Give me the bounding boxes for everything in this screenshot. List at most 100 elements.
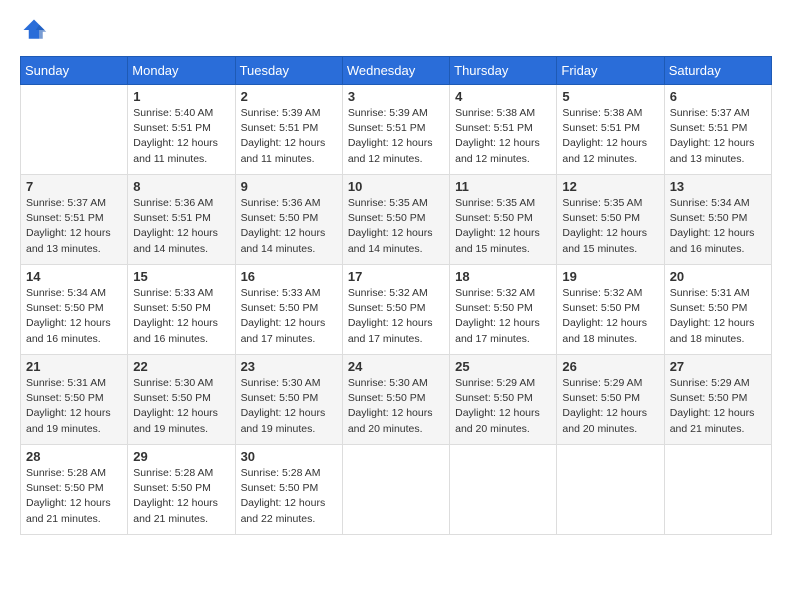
day-number: 12	[562, 179, 658, 194]
day-number: 8	[133, 179, 229, 194]
calendar-cell: 3 Sunrise: 5:39 AMSunset: 5:51 PMDaylight…	[342, 85, 449, 175]
logo	[20, 16, 52, 44]
calendar-cell: 21 Sunrise: 5:31 AMSunset: 5:50 PMDayligh…	[21, 355, 128, 445]
day-number: 20	[670, 269, 766, 284]
day-detail: Sunrise: 5:29 AMSunset: 5:50 PMDaylight:…	[455, 376, 551, 437]
day-number: 25	[455, 359, 551, 374]
calendar: SundayMondayTuesdayWednesdayThursdayFrid…	[20, 56, 772, 535]
day-detail: Sunrise: 5:36 AMSunset: 5:51 PMDaylight:…	[133, 196, 229, 257]
day-detail: Sunrise: 5:31 AMSunset: 5:50 PMDaylight:…	[670, 286, 766, 347]
day-detail: Sunrise: 5:33 AMSunset: 5:50 PMDaylight:…	[133, 286, 229, 347]
day-detail: Sunrise: 5:35 AMSunset: 5:50 PMDaylight:…	[455, 196, 551, 257]
calendar-cell: 19Sunrise: 5:32 AMSunset: 5:50 PMDayligh…	[557, 265, 664, 355]
day-number: 27	[670, 359, 766, 374]
day-detail: Sunrise: 5:32 AMSunset: 5:50 PMDaylight:…	[562, 286, 658, 347]
day-number: 13	[670, 179, 766, 194]
day-number: 4	[455, 89, 551, 104]
day-detail: Sunrise: 5:33 AMSunset: 5:50 PMDaylight:…	[241, 286, 337, 347]
day-number: 28	[26, 449, 122, 464]
day-number: 21	[26, 359, 122, 374]
day-number: 18	[455, 269, 551, 284]
day-number: 10	[348, 179, 444, 194]
calendar-cell: 9 Sunrise: 5:36 AMSunset: 5:50 PMDaylight…	[235, 175, 342, 265]
day-detail: Sunrise: 5:37 AMSunset: 5:51 PMDaylight:…	[26, 196, 122, 257]
day-number: 29	[133, 449, 229, 464]
header	[20, 16, 772, 44]
day-number: 9	[241, 179, 337, 194]
day-detail: Sunrise: 5:28 AMSunset: 5:50 PMDaylight:…	[241, 466, 337, 527]
calendar-cell: 8 Sunrise: 5:36 AMSunset: 5:51 PMDaylight…	[128, 175, 235, 265]
day-detail: Sunrise: 5:34 AMSunset: 5:50 PMDaylight:…	[670, 196, 766, 257]
column-header-tuesday: Tuesday	[235, 57, 342, 85]
calendar-cell: 17 Sunrise: 5:32 AMSunset: 5:50 PMDayligh…	[342, 265, 449, 355]
logo-icon	[20, 16, 48, 44]
calendar-cell: 11Sunrise: 5:35 AMSunset: 5:50 PMDayligh…	[450, 175, 557, 265]
calendar-cell: 5Sunrise: 5:38 AMSunset: 5:51 PMDaylight…	[557, 85, 664, 175]
day-detail: Sunrise: 5:32 AMSunset: 5:50 PMDaylight:…	[348, 286, 444, 347]
calendar-cell: 16Sunrise: 5:33 AMSunset: 5:50 PMDayligh…	[235, 265, 342, 355]
calendar-cell: 25 Sunrise: 5:29 AMSunset: 5:50 PMDayligh…	[450, 355, 557, 445]
week-row-2: 7 Sunrise: 5:37 AMSunset: 5:51 PMDaylight…	[21, 175, 772, 265]
calendar-cell: 13 Sunrise: 5:34 AMSunset: 5:50 PMDayligh…	[664, 175, 771, 265]
day-number: 14	[26, 269, 122, 284]
calendar-cell: 18Sunrise: 5:32 AMSunset: 5:50 PMDayligh…	[450, 265, 557, 355]
calendar-cell: 23 Sunrise: 5:30 AMSunset: 5:50 PMDayligh…	[235, 355, 342, 445]
calendar-cell: 1 Sunrise: 5:40 AMSunset: 5:51 PMDaylight…	[128, 85, 235, 175]
day-detail: Sunrise: 5:28 AMSunset: 5:50 PMDaylight:…	[26, 466, 122, 527]
day-detail: Sunrise: 5:39 AMSunset: 5:51 PMDaylight:…	[348, 106, 444, 167]
day-detail: Sunrise: 5:34 AMSunset: 5:50 PMDaylight:…	[26, 286, 122, 347]
day-number: 5	[562, 89, 658, 104]
column-header-thursday: Thursday	[450, 57, 557, 85]
calendar-cell: 6 Sunrise: 5:37 AMSunset: 5:51 PMDaylight…	[664, 85, 771, 175]
calendar-cell: 14 Sunrise: 5:34 AMSunset: 5:50 PMDayligh…	[21, 265, 128, 355]
calendar-cell: 15 Sunrise: 5:33 AMSunset: 5:50 PMDayligh…	[128, 265, 235, 355]
calendar-cell	[21, 85, 128, 175]
day-number: 30	[241, 449, 337, 464]
day-detail: Sunrise: 5:35 AMSunset: 5:50 PMDaylight:…	[348, 196, 444, 257]
week-row-3: 14 Sunrise: 5:34 AMSunset: 5:50 PMDayligh…	[21, 265, 772, 355]
column-header-friday: Friday	[557, 57, 664, 85]
calendar-cell	[557, 445, 664, 535]
column-header-monday: Monday	[128, 57, 235, 85]
calendar-cell	[664, 445, 771, 535]
day-detail: Sunrise: 5:39 AMSunset: 5:51 PMDaylight:…	[241, 106, 337, 167]
day-detail: Sunrise: 5:40 AMSunset: 5:51 PMDaylight:…	[133, 106, 229, 167]
day-number: 24	[348, 359, 444, 374]
day-number: 7	[26, 179, 122, 194]
calendar-cell: 26Sunrise: 5:29 AMSunset: 5:50 PMDayligh…	[557, 355, 664, 445]
day-detail: Sunrise: 5:30 AMSunset: 5:50 PMDaylight:…	[241, 376, 337, 437]
day-number: 17	[348, 269, 444, 284]
day-number: 6	[670, 89, 766, 104]
day-detail: Sunrise: 5:37 AMSunset: 5:51 PMDaylight:…	[670, 106, 766, 167]
day-number: 1	[133, 89, 229, 104]
week-row-4: 21 Sunrise: 5:31 AMSunset: 5:50 PMDayligh…	[21, 355, 772, 445]
calendar-cell: 20 Sunrise: 5:31 AMSunset: 5:50 PMDayligh…	[664, 265, 771, 355]
day-number: 3	[348, 89, 444, 104]
day-number: 22	[133, 359, 229, 374]
calendar-cell: 2Sunrise: 5:39 AMSunset: 5:51 PMDaylight…	[235, 85, 342, 175]
calendar-cell: 12 Sunrise: 5:35 AMSunset: 5:50 PMDayligh…	[557, 175, 664, 265]
day-detail: Sunrise: 5:38 AMSunset: 5:51 PMDaylight:…	[455, 106, 551, 167]
week-row-1: 1 Sunrise: 5:40 AMSunset: 5:51 PMDaylight…	[21, 85, 772, 175]
column-header-saturday: Saturday	[664, 57, 771, 85]
day-detail: Sunrise: 5:36 AMSunset: 5:50 PMDaylight:…	[241, 196, 337, 257]
calendar-header-row: SundayMondayTuesdayWednesdayThursdayFrid…	[21, 57, 772, 85]
day-number: 23	[241, 359, 337, 374]
day-detail: Sunrise: 5:29 AMSunset: 5:50 PMDaylight:…	[562, 376, 658, 437]
calendar-cell: 24 Sunrise: 5:30 AMSunset: 5:50 PMDayligh…	[342, 355, 449, 445]
day-number: 15	[133, 269, 229, 284]
calendar-cell	[342, 445, 449, 535]
calendar-cell: 27 Sunrise: 5:29 AMSunset: 5:50 PMDayligh…	[664, 355, 771, 445]
day-detail: Sunrise: 5:35 AMSunset: 5:50 PMDaylight:…	[562, 196, 658, 257]
calendar-cell: 28 Sunrise: 5:28 AMSunset: 5:50 PMDayligh…	[21, 445, 128, 535]
week-row-5: 28 Sunrise: 5:28 AMSunset: 5:50 PMDayligh…	[21, 445, 772, 535]
day-detail: Sunrise: 5:30 AMSunset: 5:50 PMDaylight:…	[348, 376, 444, 437]
day-detail: Sunrise: 5:31 AMSunset: 5:50 PMDaylight:…	[26, 376, 122, 437]
column-header-wednesday: Wednesday	[342, 57, 449, 85]
day-detail: Sunrise: 5:29 AMSunset: 5:50 PMDaylight:…	[670, 376, 766, 437]
day-detail: Sunrise: 5:28 AMSunset: 5:50 PMDaylight:…	[133, 466, 229, 527]
calendar-cell: 22 Sunrise: 5:30 AMSunset: 5:50 PMDayligh…	[128, 355, 235, 445]
calendar-cell: 30 Sunrise: 5:28 AMSunset: 5:50 PMDayligh…	[235, 445, 342, 535]
day-detail: Sunrise: 5:30 AMSunset: 5:50 PMDaylight:…	[133, 376, 229, 437]
calendar-cell: 7 Sunrise: 5:37 AMSunset: 5:51 PMDaylight…	[21, 175, 128, 265]
